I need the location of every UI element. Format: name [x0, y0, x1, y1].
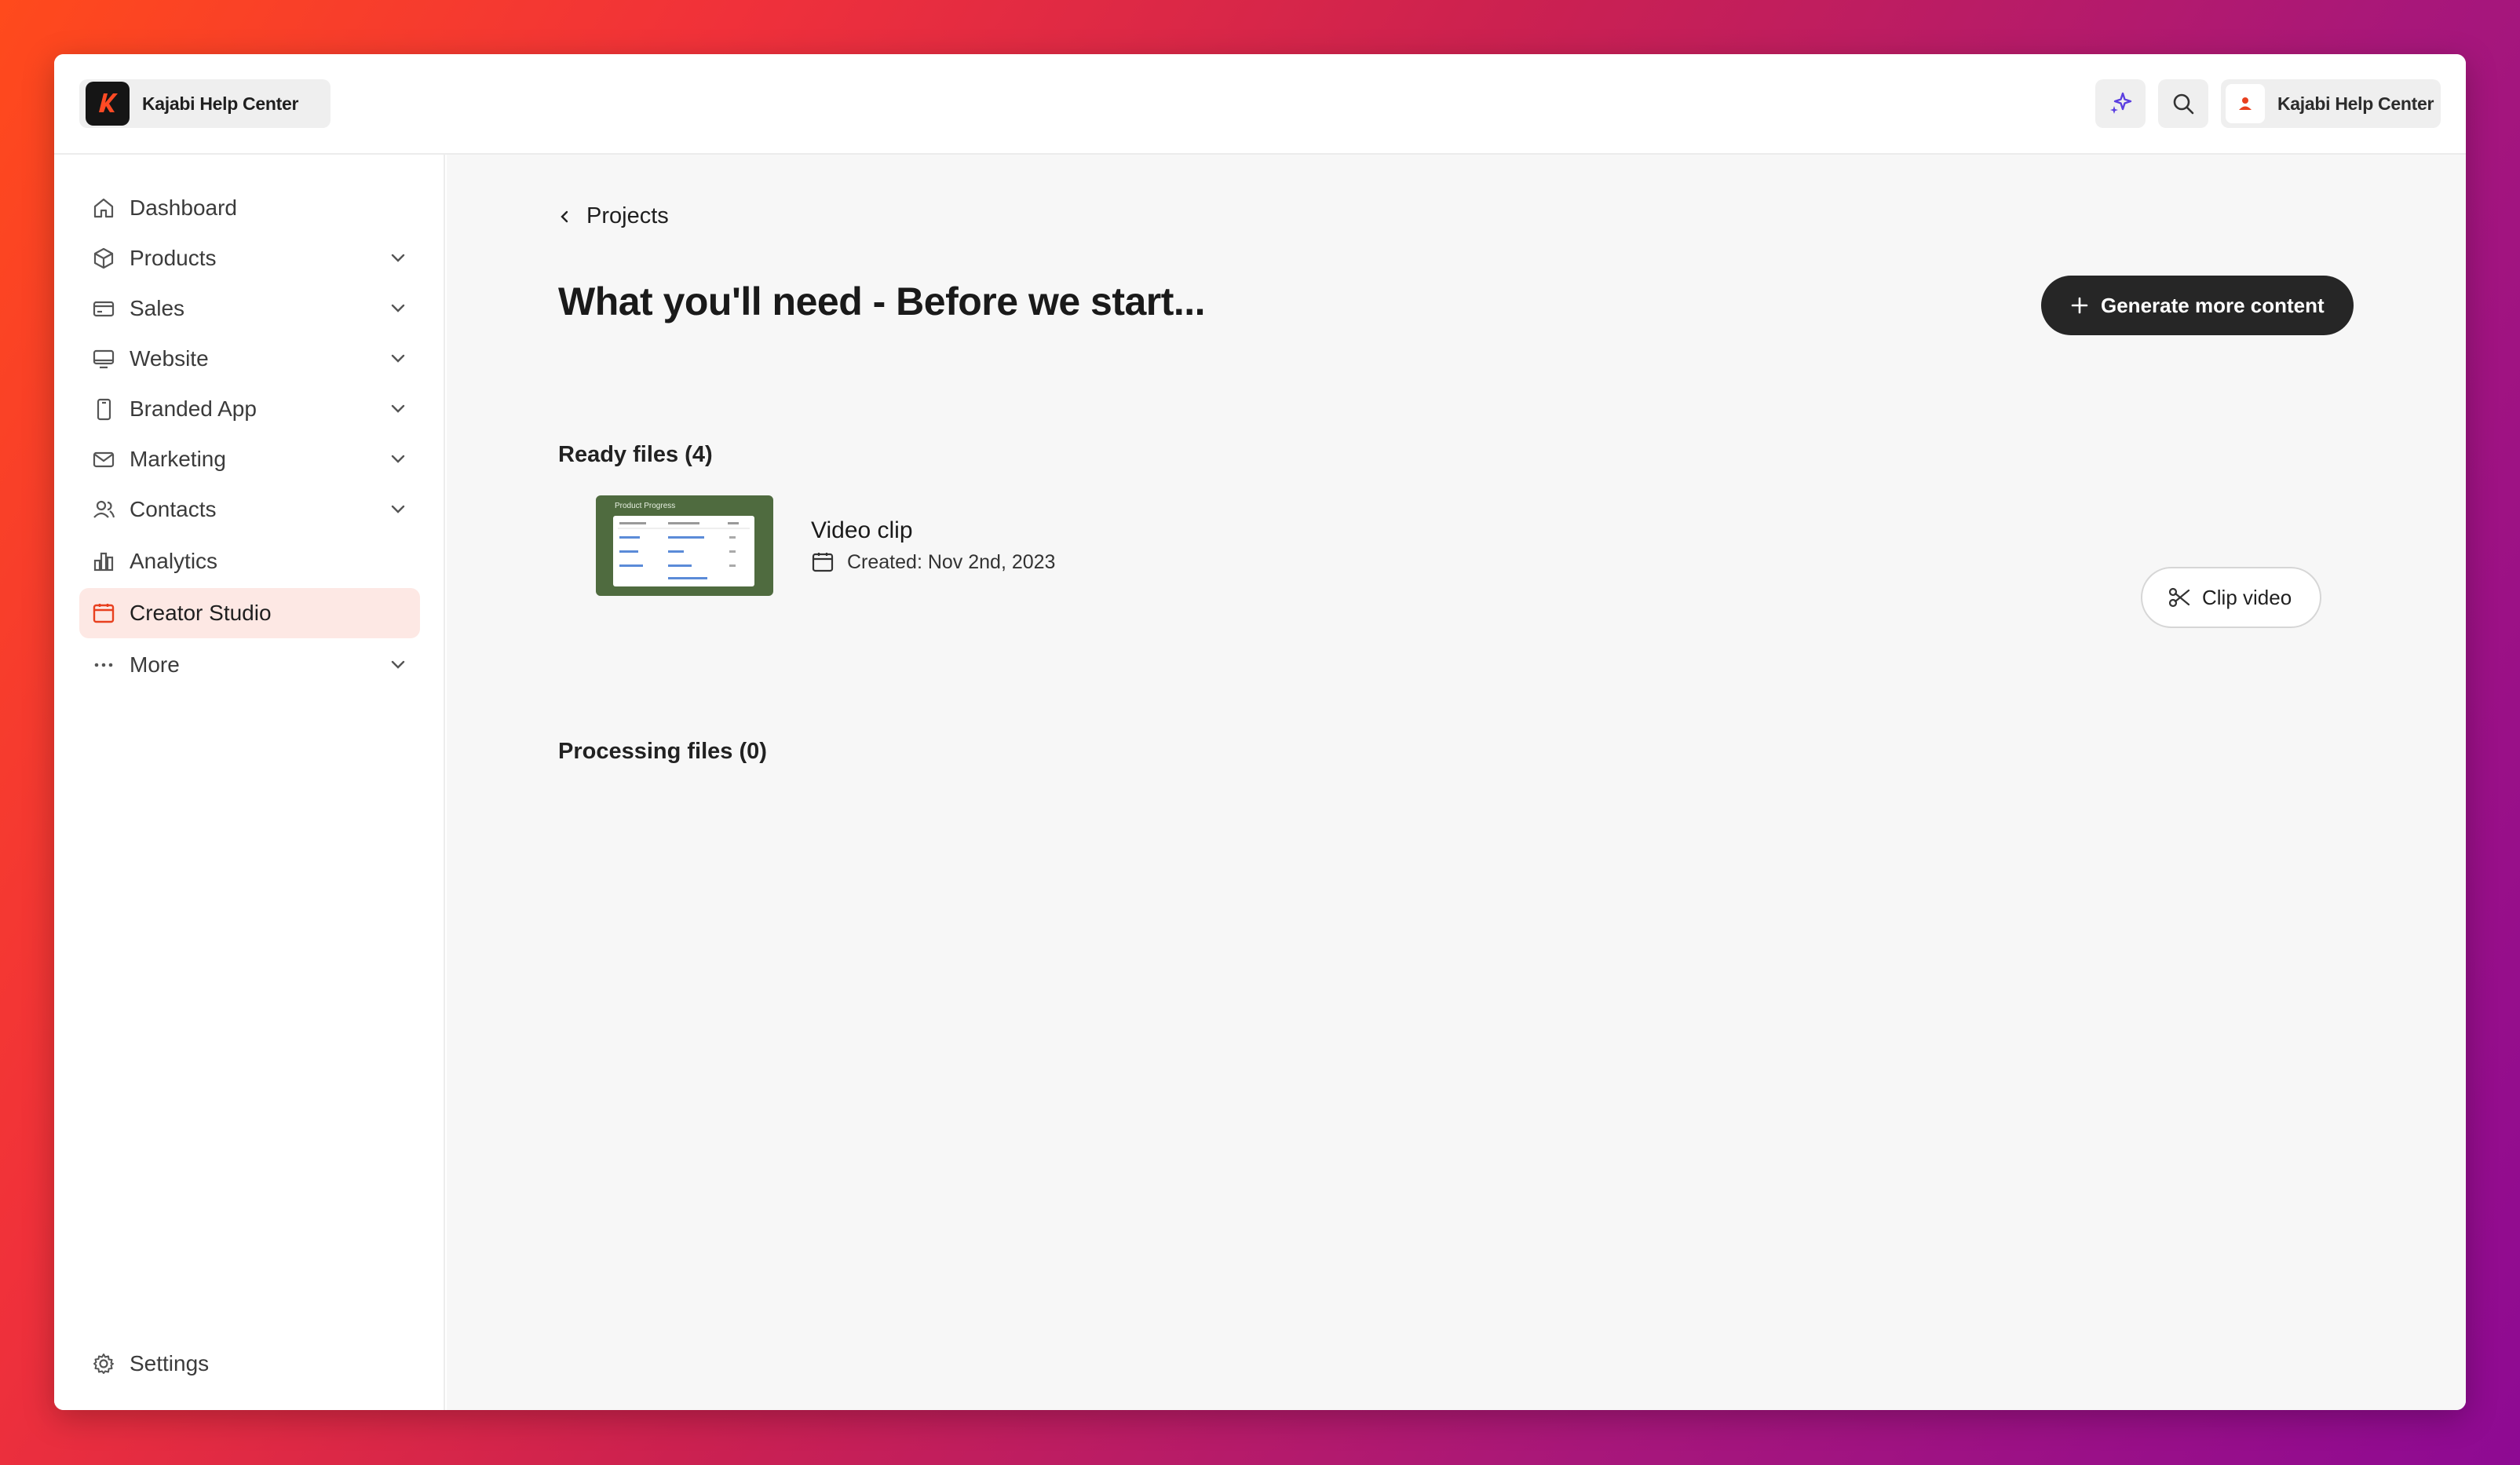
file-created-date: Created: Nov 2nd, 2023 [811, 550, 1055, 574]
app-window: Kajabi Help Center Kajabi Help Center Da… [54, 54, 2466, 1410]
top-bar: Kajabi Help Center Kajabi Help Center [54, 54, 2466, 155]
chevron-down-icon [391, 354, 405, 363]
sidebar-item-label: Sales [130, 296, 185, 320]
breadcrumb-projects-link[interactable]: Projects [586, 203, 669, 229]
search-button[interactable] [2158, 79, 2208, 128]
sidebar-item-label: Marketing [130, 447, 226, 471]
gear-icon [90, 1350, 117, 1377]
ready-files-heading: Ready files (4) [558, 442, 713, 467]
avatar [2226, 84, 2265, 123]
page-title: What you'll need - Before we start... [558, 279, 1206, 323]
chevron-down-icon [391, 660, 405, 669]
clip-video-button[interactable]: Clip video [2141, 567, 2321, 628]
chevron-down-icon [391, 404, 405, 413]
generate-button-label: Generate more content [2101, 293, 2325, 317]
sidebar-item-label: Products [130, 246, 217, 270]
generate-more-content-button[interactable]: Generate more content [2041, 276, 2354, 335]
sidebar-item-contacts[interactable]: Contacts [79, 484, 420, 535]
thumbnail-table-preview [613, 516, 754, 586]
mail-icon [90, 446, 117, 473]
account-menu[interactable]: Kajabi Help Center [2221, 79, 2441, 128]
sidebar-item-label: Contacts [130, 497, 217, 521]
box-icon [90, 245, 117, 272]
phone-icon [90, 396, 117, 422]
video-thumbnail[interactable]: Product Progress [596, 495, 773, 596]
sidebar-item-label: Website [130, 346, 209, 371]
chevron-down-icon [391, 455, 405, 463]
chevron-down-icon [391, 254, 405, 262]
plus-icon [2071, 297, 2088, 314]
home-icon [90, 195, 117, 221]
sidebar-item-sales[interactable]: Sales [79, 283, 420, 334]
created-date-text: Created: Nov 2nd, 2023 [847, 550, 1056, 573]
sidebar-item-marketing[interactable]: Marketing [79, 434, 420, 484]
sidebar-item-branded-app[interactable]: Branded App [79, 384, 420, 434]
sidebar-item-label: Branded App [130, 396, 257, 421]
sidebar-item-creator-studio[interactable]: Creator Studio [79, 588, 420, 638]
more-dots-icon [90, 652, 117, 678]
monitor-icon [90, 345, 117, 372]
brand-name: Kajabi Help Center [142, 93, 299, 114]
sidebar: Dashboard Products Sales Website Branded… [54, 155, 445, 1410]
sidebar-item-analytics[interactable]: Analytics [79, 536, 420, 586]
sidebar-item-settings[interactable]: Settings [79, 1339, 420, 1389]
chevron-down-icon [391, 505, 405, 513]
users-icon [90, 496, 117, 523]
calendar-icon [90, 600, 117, 627]
chevron-left-icon [561, 210, 568, 222]
sidebar-item-label: Settings [130, 1351, 210, 1375]
search-icon [2173, 93, 2194, 115]
account-name: Kajabi Help Center [2277, 93, 2434, 114]
sidebar-item-website[interactable]: Website [79, 334, 420, 384]
sidebar-item-more[interactable]: More [79, 640, 420, 690]
sidebar-item-label: Analytics [130, 549, 218, 573]
main-content: Projects What you'll need - Before we st… [447, 155, 2466, 1410]
brand-switcher[interactable]: Kajabi Help Center [79, 79, 331, 128]
thumbnail-title: Product Progress [615, 502, 676, 510]
sidebar-item-dashboard[interactable]: Dashboard [79, 183, 420, 233]
calendar-icon [812, 553, 834, 572]
kajabi-logo-icon [86, 82, 130, 126]
sidebar-item-label: More [130, 652, 180, 677]
breadcrumb[interactable]: Projects [557, 203, 669, 229]
processing-files-heading: Processing files (0) [558, 739, 767, 764]
ai-sparkle-button[interactable] [2095, 79, 2146, 128]
scissors-icon [2168, 587, 2190, 608]
sidebar-item-label: Dashboard [130, 195, 237, 220]
file-name: Video clip [811, 517, 913, 543]
sidebar-item-label: Creator Studio [130, 601, 272, 625]
bar-chart-icon [90, 548, 117, 575]
sidebar-item-products[interactable]: Products [79, 233, 420, 283]
user-icon [2239, 97, 2252, 110]
chevron-down-icon [391, 304, 405, 312]
clip-video-label: Clip video [2202, 585, 2292, 609]
sparkle-icon [2110, 92, 2132, 114]
credit-card-icon [90, 295, 117, 322]
